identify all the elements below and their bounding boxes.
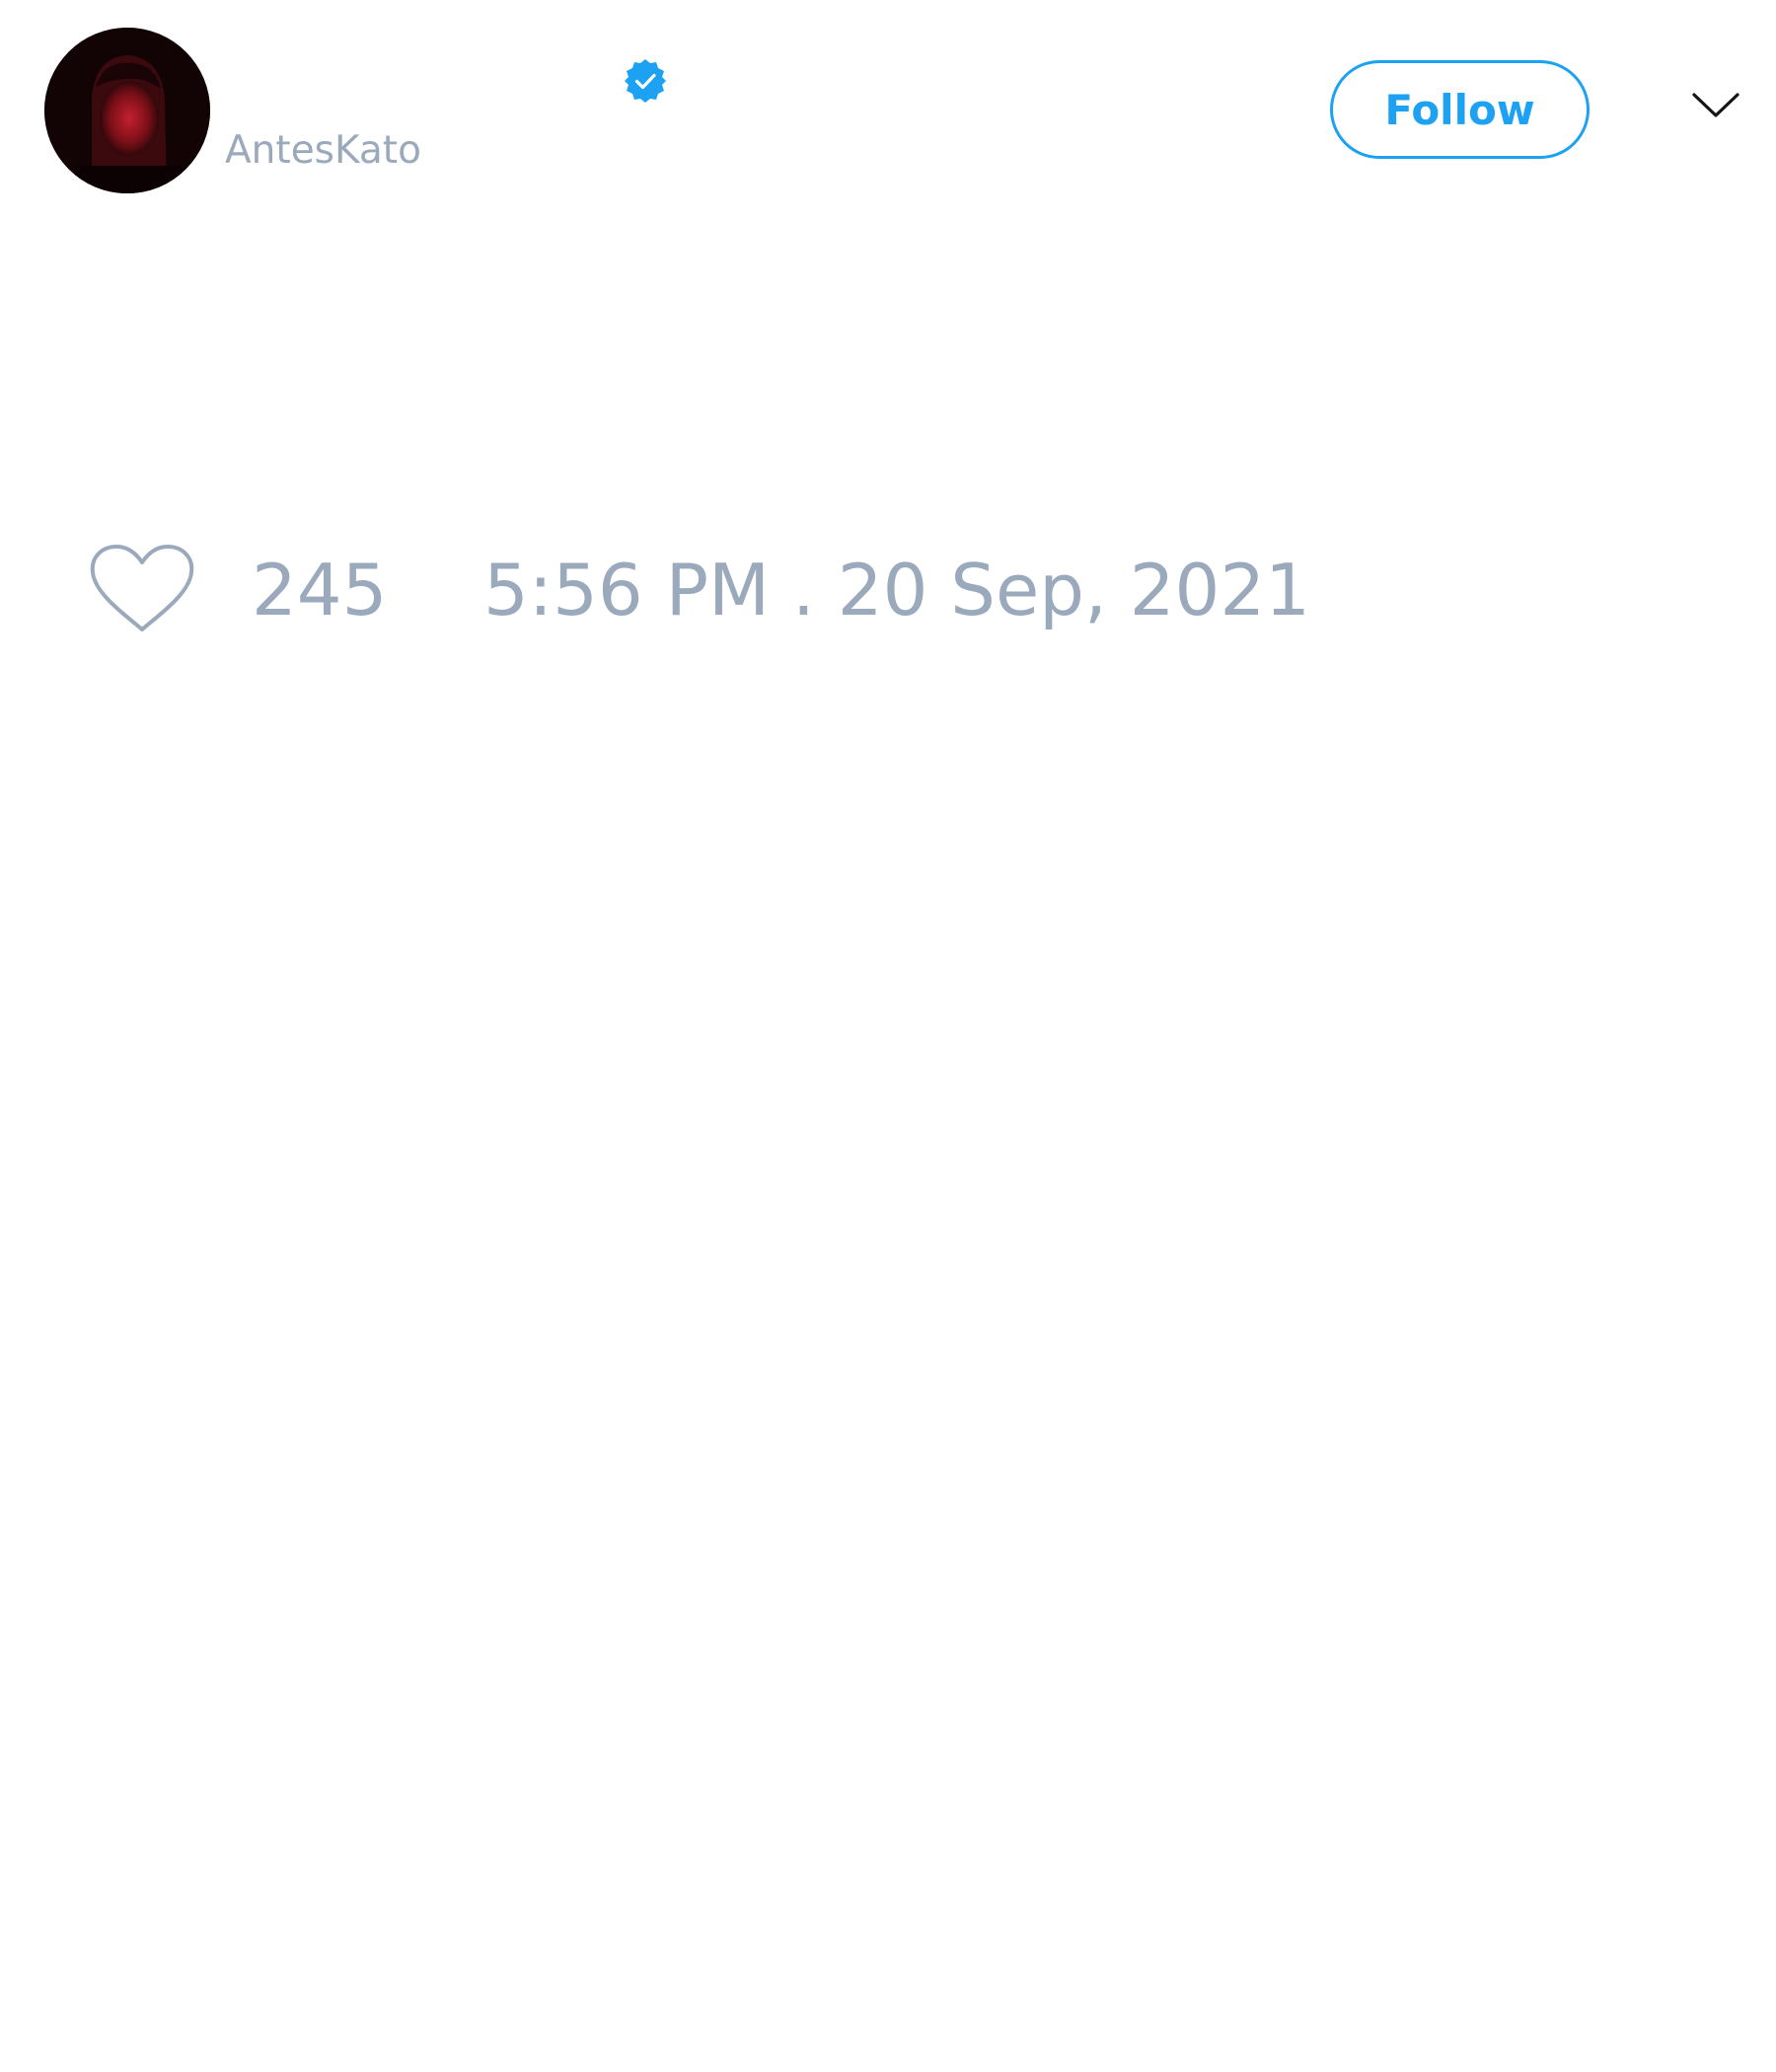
- like-count: 245: [252, 549, 388, 631]
- verified-badge-icon: [625, 59, 666, 103]
- avatar-photo: [44, 28, 210, 193]
- avatar[interactable]: [44, 28, 210, 193]
- chevron-down-icon[interactable]: [1691, 91, 1740, 120]
- heart-icon[interactable]: [89, 543, 195, 635]
- author-handle[interactable]: AntesKato: [225, 126, 421, 176]
- follow-button[interactable]: Follow: [1330, 60, 1590, 159]
- tweet-timestamp[interactable]: 5:56 PM . 20 Sep, 2021: [483, 548, 1310, 632]
